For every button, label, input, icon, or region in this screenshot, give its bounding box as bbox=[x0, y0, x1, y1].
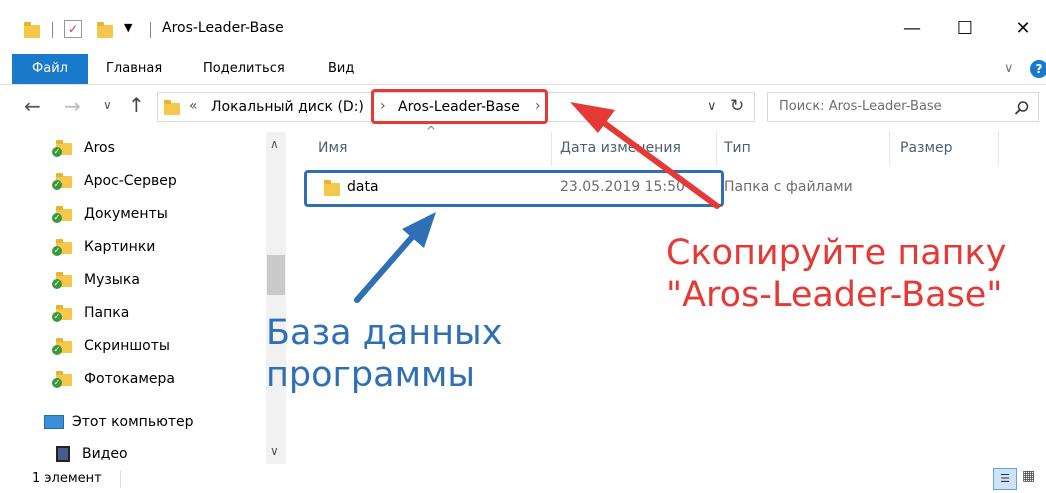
annotation-database-label: База данных программы bbox=[266, 312, 502, 396]
annotation-blue-line1: База данных bbox=[266, 313, 503, 353]
annotation-copy-instruction: Скопируйте папку "Aros-Leader-Base" bbox=[666, 232, 1006, 316]
annotation-red-line2: "Aros-Leader-Base" bbox=[666, 275, 1003, 315]
annotation-red-line1: Скопируйте папку bbox=[666, 233, 1007, 273]
blue-arrow-shaft bbox=[354, 225, 423, 303]
red-arrow-shaft bbox=[597, 117, 720, 209]
annotation-blue-line2: программы bbox=[266, 355, 476, 395]
